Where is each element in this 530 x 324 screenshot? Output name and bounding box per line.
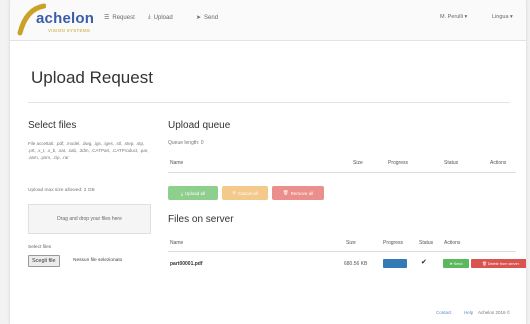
file-progress [383, 259, 407, 268]
send-icon: ➤ [449, 262, 453, 266]
queue-col-name: Name [170, 160, 184, 166]
footer-copyright: Achelon 2016 © [478, 310, 511, 315]
nav-upload[interactable]: ⤓ Upload [148, 14, 173, 21]
nav-send[interactable]: ➤ Send [196, 14, 219, 22]
select-files-heading: Select files [28, 120, 77, 131]
select-files-label: Select files [28, 245, 52, 250]
delete-from-server-label: Delete from server [487, 261, 520, 266]
max-size-note: Upload max size allowed: 2 GB [28, 188, 95, 193]
server-header-divider [168, 251, 516, 252]
remove-all-icon: 🗑 [282, 190, 289, 195]
queue-col-size: Size [353, 160, 363, 166]
page: achelon VISION SYSTEMS ☰ Request ⤓ Uploa… [10, 0, 526, 324]
queue-col-progress: Progress [388, 160, 409, 166]
send-label: Send [453, 261, 463, 266]
files-on-server-heading: Files on server [168, 214, 234, 225]
server-col-name: Name [170, 240, 184, 246]
queue-col-status: Status [444, 160, 459, 166]
upload-icon: ⤓ [148, 14, 151, 20]
choose-file-button[interactable]: Scegli file [28, 255, 60, 267]
trash-icon: 🗑 [481, 262, 487, 266]
logo-tagline: VISION SYSTEMS [48, 28, 91, 33]
dropzone-label: Drag and drop your files here [57, 216, 122, 222]
paper-plane-icon: ➤ [196, 15, 202, 21]
footer-contact-link[interactable]: Contact [436, 310, 452, 315]
user-menu[interactable]: M. Perulli ▾ [440, 14, 467, 20]
choose-file-button-label: Scegli file [32, 258, 56, 264]
delete-from-server-button[interactable]: 🗑 Delete from server [471, 259, 526, 268]
no-file-selected: Nessun file selezionato [73, 258, 123, 263]
queue-header-divider [168, 172, 516, 173]
upload-all-label: Upload all [184, 190, 205, 196]
footer-help-link[interactable]: Help [464, 310, 473, 315]
title-divider [28, 102, 510, 103]
queue-col-actions: Actions [490, 160, 507, 166]
cancel-all-icon: ⊘ [232, 190, 236, 195]
server-col-status: Status [419, 240, 434, 246]
queue-length: Queue length: 0 [168, 140, 204, 146]
logo[interactable]: achelon VISION SYSTEMS [16, 3, 98, 39]
navbar: achelon VISION SYSTEMS ☰ Request ⤓ Uploa… [10, 0, 526, 41]
server-col-size: Size [346, 240, 356, 246]
upload-all-button[interactable]: ⤓ Upload all [168, 186, 218, 200]
send-button[interactable]: ➤ Send [443, 259, 469, 268]
file-name: part00001.pdf [170, 261, 203, 267]
allowed-extensions: File accettati: .pdf, .model, .dwg, .igs… [28, 141, 149, 160]
nav-send-label: Send [204, 14, 219, 21]
upload-queue-heading: Upload queue [168, 120, 231, 131]
logo-text: achelon [36, 10, 95, 27]
upload-all-icon: ⤓ [180, 190, 183, 196]
page-title: Upload Request [31, 68, 153, 87]
cancel-all-label: Cancel all [238, 190, 258, 196]
status-check-icon: ✔ [421, 259, 427, 266]
nav-upload-label: Upload [153, 14, 173, 21]
cancel-all-button[interactable]: ⊘ Cancel all [222, 186, 268, 200]
file-progress-fill [383, 259, 407, 268]
nav-request-label: Request [112, 14, 135, 21]
language-menu[interactable]: Lingua ▾ [492, 14, 513, 20]
list-icon: ☰ [104, 15, 110, 21]
remove-all-label: Remove all [290, 190, 314, 196]
remove-all-button[interactable]: 🗑 Remove all [272, 186, 324, 200]
file-size: 680.56 KB [344, 261, 368, 267]
server-col-actions: Actions [444, 240, 461, 246]
server-col-progress: Progress [383, 240, 404, 246]
nav-request[interactable]: ☰ Request [104, 14, 135, 22]
dropzone[interactable]: Drag and drop your files here [28, 204, 151, 234]
